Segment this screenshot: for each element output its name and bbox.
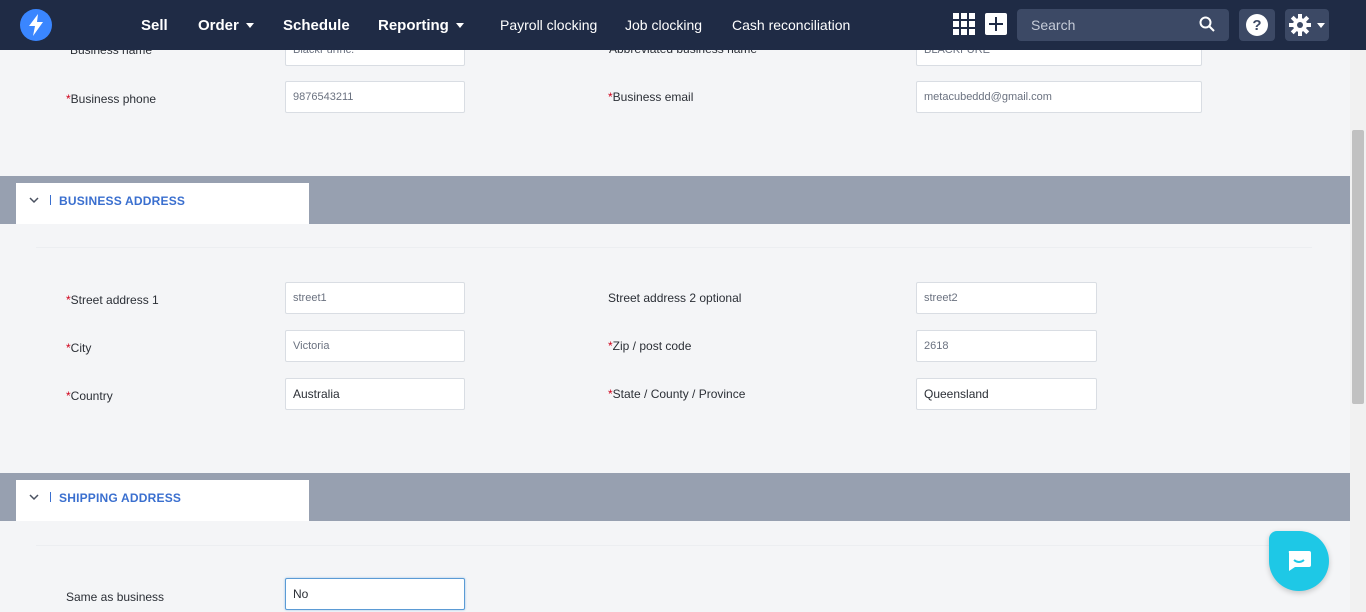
- section-accent-bar: [50, 195, 51, 205]
- search-icon[interactable]: [1199, 16, 1215, 37]
- same-as-business-label: Same as business: [66, 590, 165, 604]
- help-button[interactable]: ?: [1239, 9, 1275, 41]
- logo-bolt-icon[interactable]: [20, 9, 52, 41]
- nav-sell[interactable]: Sell: [141, 0, 168, 50]
- chat-button[interactable]: [1269, 531, 1329, 591]
- svg-text:?: ?: [1252, 17, 1261, 34]
- nav-reporting-label: Reporting: [378, 17, 449, 34]
- business-email-field[interactable]: metacubeddd@gmail.com: [916, 81, 1202, 113]
- chevron-down-icon: [245, 23, 254, 28]
- chevron-down-icon: [29, 494, 39, 501]
- apps-grid-icon[interactable]: [953, 13, 975, 40]
- section-accent-bar: [50, 492, 51, 502]
- shipping-address-tab[interactable]: SHIPPING ADDRESS: [16, 480, 309, 521]
- business-address-tab[interactable]: BUSINESS ADDRESS: [16, 183, 309, 224]
- chat-icon: [1288, 551, 1311, 571]
- nav-order-label: Order: [198, 17, 239, 34]
- zip-code-label: *Zip / post code: [608, 339, 692, 353]
- business-email-label: *Business email: [608, 90, 694, 104]
- search-input[interactable]: [1017, 9, 1197, 41]
- zip-code-field[interactable]: 2618: [916, 330, 1097, 362]
- nav-schedule[interactable]: Schedule: [283, 0, 350, 50]
- same-as-business-select[interactable]: No: [285, 578, 465, 610]
- nav-payroll-clocking-label: Payroll clocking: [500, 17, 598, 33]
- settings-button[interactable]: [1285, 9, 1329, 41]
- country-label: *Country: [66, 389, 113, 403]
- nav-job-clocking[interactable]: Job clocking: [625, 0, 702, 50]
- nav-schedule-label: Schedule: [283, 17, 350, 34]
- city-field[interactable]: Victoria: [285, 330, 465, 362]
- street-address-2-label: Street address 2 optional: [608, 291, 742, 305]
- help-icon: ?: [1246, 14, 1268, 36]
- chevron-down-icon: [1317, 23, 1325, 28]
- business-phone-label: *Business phone: [66, 92, 157, 106]
- street-address-1-label: *Street address 1: [66, 293, 159, 307]
- nav-order[interactable]: Order: [198, 0, 254, 50]
- top-navbar: Sell Order Schedule Reporting Payroll cl…: [0, 0, 1366, 50]
- nav-sell-label: Sell: [141, 17, 168, 34]
- nav-reporting[interactable]: Reporting: [378, 0, 464, 50]
- city-label: *City: [66, 341, 92, 355]
- search-box: [1017, 9, 1229, 41]
- section-divider: [36, 545, 1312, 546]
- business-address-title: BUSINESS ADDRESS: [59, 194, 186, 208]
- state-label: *State / County / Province: [608, 387, 746, 401]
- chevron-down-icon: [455, 23, 464, 28]
- section-divider: [36, 247, 1312, 248]
- state-select[interactable]: Queensland: [916, 378, 1097, 410]
- street-address-1-field[interactable]: street1: [285, 282, 465, 314]
- gear-icon: [1289, 14, 1311, 36]
- page-scrollbar-thumb[interactable]: [1352, 130, 1364, 404]
- add-icon[interactable]: [985, 13, 1007, 40]
- business-phone-field[interactable]: 9876543211: [285, 81, 465, 113]
- nav-cash-reconciliation-label: Cash reconciliation: [732, 17, 851, 33]
- shipping-address-title: SHIPPING ADDRESS: [59, 491, 182, 505]
- nav-payroll-clocking[interactable]: Payroll clocking: [500, 0, 597, 50]
- chevron-down-icon: [29, 197, 39, 204]
- street-address-2-field[interactable]: street2: [916, 282, 1097, 314]
- nav-job-clocking-label: Job clocking: [625, 17, 703, 33]
- nav-cash-reconciliation[interactable]: Cash reconciliation: [732, 0, 850, 50]
- country-select[interactable]: Australia: [285, 378, 465, 410]
